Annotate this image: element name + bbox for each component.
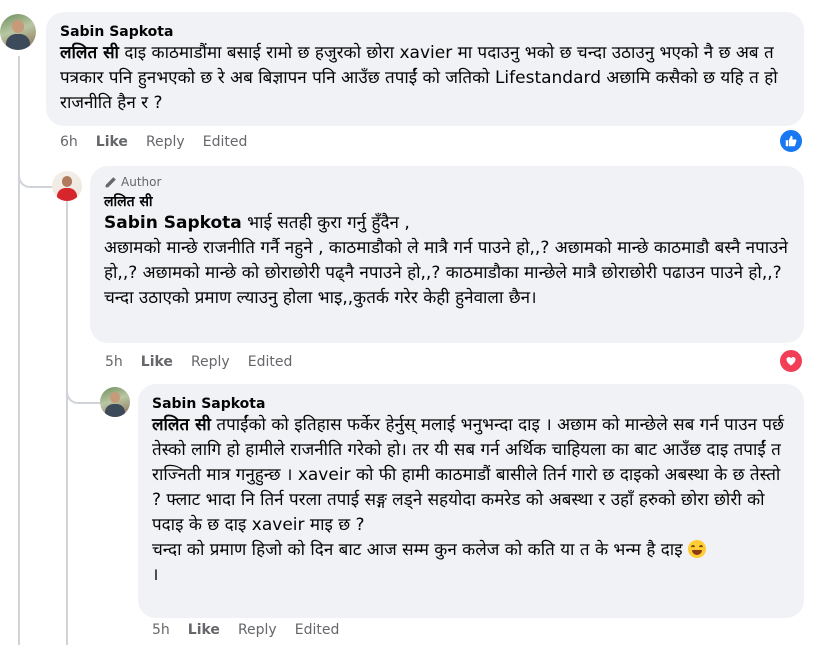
reply-button[interactable]: Reply — [191, 353, 230, 371]
comment-actions-1: 6h Like Reply Edited — [60, 133, 247, 151]
mention-tag[interactable]: ललित सी — [60, 43, 119, 63]
heart-icon — [786, 357, 796, 366]
comment-author-name[interactable]: Sabin Sapkota — [60, 23, 790, 41]
avatar-sabin-sapkota[interactable] — [100, 387, 130, 417]
comment-author-name[interactable]: Sabin Sapkota — [152, 395, 790, 413]
pencil-icon — [105, 176, 116, 187]
like-button[interactable]: Like — [96, 133, 128, 151]
comment-bubble-1: Sabin Sapkota ललित सी दाइ काठमाडौंमा बसा… — [46, 12, 804, 126]
comment-actions-2: 5h Like Reply Edited — [105, 353, 292, 371]
thread-line-level1 — [18, 56, 20, 645]
thumbs-up-icon — [785, 135, 797, 147]
comment-timestamp[interactable]: 5h — [105, 353, 123, 371]
like-button[interactable]: Like — [188, 621, 220, 639]
reply-button[interactable]: Reply — [238, 621, 277, 639]
mention-tag[interactable]: ललित सी — [152, 415, 211, 435]
comment-timestamp[interactable]: 6h — [60, 133, 78, 151]
comment-text: ललित सी तपाईंको को इतिहास फर्केर हेर्नुस… — [152, 415, 784, 585]
love-reaction-badge[interactable] — [778, 348, 804, 374]
reply-button[interactable]: Reply — [146, 133, 185, 151]
thread-elbow-reply2 — [66, 378, 100, 404]
comment-bubble-3: Sabin Sapkota ललित सी तपाईंको को इतिहास … — [138, 384, 804, 618]
edited-label[interactable]: Edited — [203, 133, 248, 151]
thread-line-level2 — [66, 200, 68, 645]
avatar-lalit-si[interactable] — [52, 171, 82, 201]
comment-timestamp[interactable]: 5h — [152, 621, 170, 639]
like-button[interactable]: Like — [141, 353, 173, 371]
edited-label[interactable]: Edited — [248, 353, 293, 371]
avatar-sabin-sapkota[interactable] — [0, 14, 36, 50]
grinning-face-emoji — [687, 540, 706, 558]
comment-text: ललित सी दाइ काठमाडौंमा बसाई रामो छ हजुरक… — [60, 43, 778, 113]
comment-text: Sabin Sapkota भाई सतही कुरा गर्नु हुँदैन… — [104, 213, 788, 308]
thread-elbow-reply1 — [18, 160, 52, 188]
comment-bubble-2: Author ललित सी Sabin Sapkota भाई सतही कु… — [90, 166, 804, 343]
mention-tag[interactable]: Sabin Sapkota — [104, 213, 242, 233]
author-badge: Author — [104, 174, 790, 190]
comment-actions-3: 5h Like Reply Edited — [152, 621, 339, 639]
like-reaction-badge[interactable] — [778, 128, 804, 154]
edited-label[interactable]: Edited — [295, 621, 340, 639]
comment-author-name[interactable]: ललित सी — [104, 193, 790, 211]
